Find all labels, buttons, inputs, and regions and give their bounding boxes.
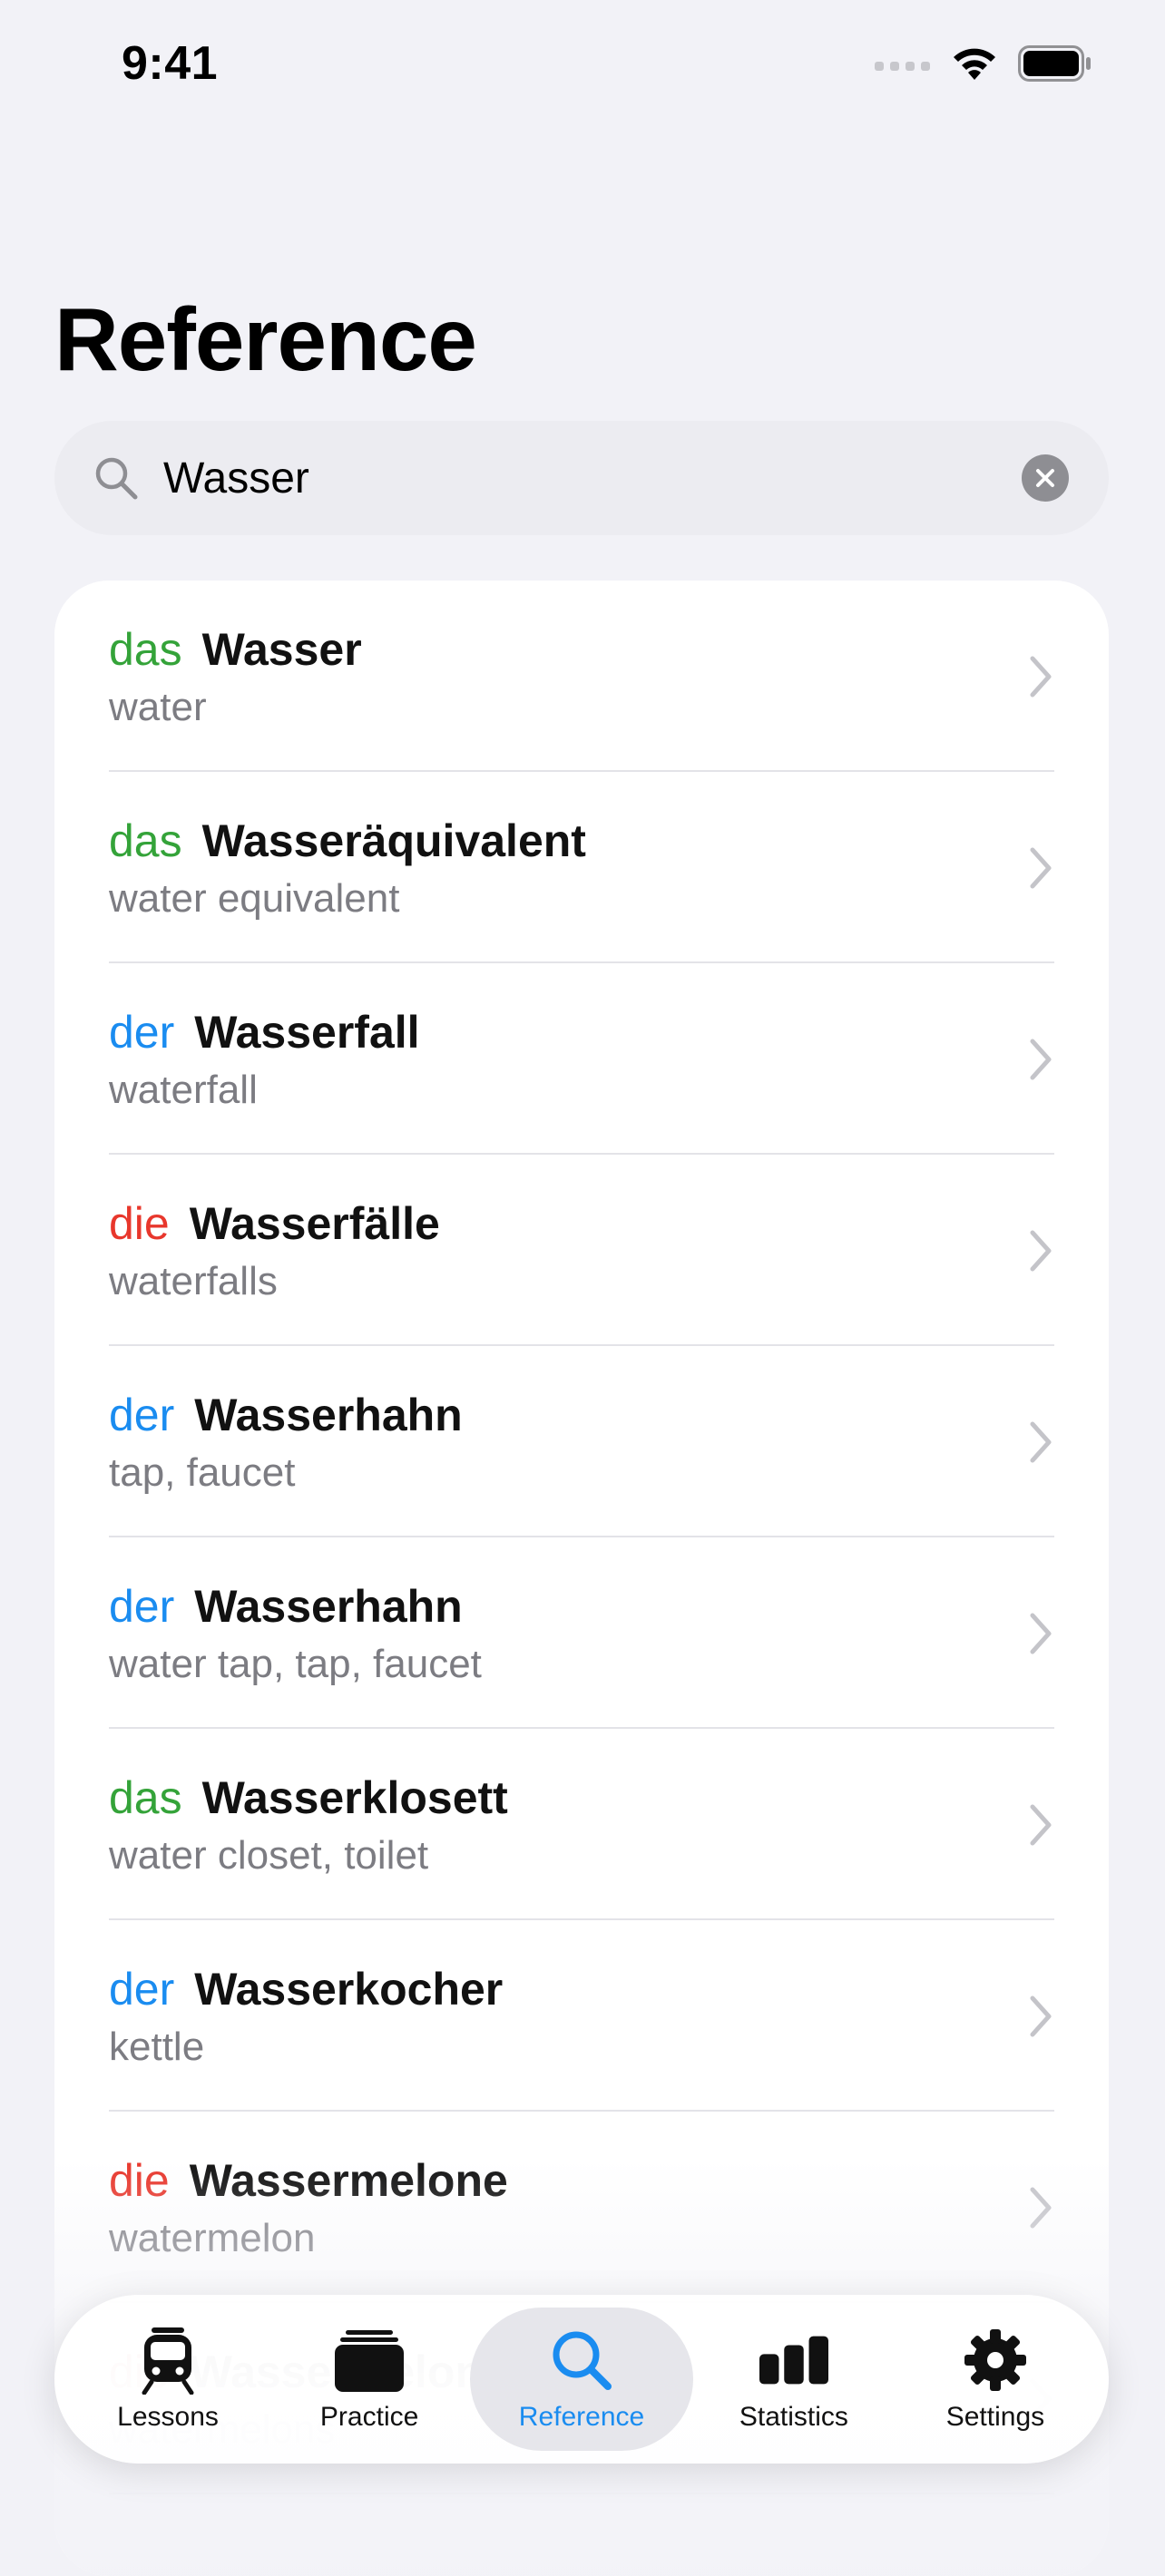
chevron-right-icon <box>1030 1039 1052 1080</box>
result-row[interactable]: der Wasserhahn tap, faucet <box>54 1346 1109 1537</box>
noun-label: Wasserhahn <box>194 1390 463 1440</box>
translation-label: water <box>109 685 207 729</box>
noun-label: Wasser <box>201 624 362 675</box>
translation-label: watermelon <box>109 2216 316 2260</box>
result-row[interactable]: die Wassermelone watermelon <box>54 2112 1109 2303</box>
tab-settings[interactable]: Settings <box>895 2308 1096 2451</box>
article-label: das <box>109 624 182 675</box>
result-title: die Wasserfälle <box>109 1196 1109 1251</box>
article-label: die <box>109 2155 170 2206</box>
result-row[interactable]: der Wasserfall waterfall <box>54 963 1109 1155</box>
row-divider <box>109 2493 1054 2494</box>
tab-label: Settings <box>945 2402 1045 2432</box>
status-icons <box>875 45 1092 86</box>
article-label: der <box>109 1390 175 1440</box>
tab-reference[interactable]: Reference <box>470 2308 693 2451</box>
clear-search-button[interactable] <box>1022 454 1069 502</box>
tab-label: Reference <box>518 2402 645 2432</box>
chevron-right-icon <box>1030 2187 1052 2229</box>
result-title: der Wasserhahn <box>109 1388 1109 1442</box>
noun-label: Wasserhahn <box>194 1581 463 1632</box>
article-label: der <box>109 1581 175 1632</box>
result-row[interactable]: der Wasserhahn water tap, tap, faucet <box>54 1537 1109 1729</box>
tab-statistics[interactable]: Statistics <box>693 2308 895 2451</box>
result-row[interactable]: das Wasseräquivalent water equivalent <box>54 772 1109 963</box>
article-label: die <box>109 1198 170 1249</box>
result-title: die Wassermelone <box>109 2153 1109 2208</box>
chevron-right-icon <box>1030 1421 1052 1463</box>
noun-label: Wasserfälle <box>189 1198 440 1249</box>
translation-label: water equivalent <box>109 876 400 921</box>
noun-label: Wasserklosett <box>201 1772 508 1823</box>
translation-label: waterfall <box>109 1068 258 1112</box>
result-title: das Wasser <box>109 622 1109 677</box>
search-icon <box>547 2326 616 2395</box>
noun-label: Wasserkocher <box>194 1964 504 2015</box>
result-title: das Wasseräquivalent <box>109 814 1109 868</box>
article-label: der <box>109 1007 175 1058</box>
page-title: Reference <box>54 289 477 389</box>
tab-label: Practice <box>319 2402 419 2432</box>
translation-label: kettle <box>109 2025 205 2069</box>
result-title: das Wasserklosett <box>109 1771 1109 1825</box>
card-stack-icon <box>335 2326 405 2395</box>
results-list: das Wasser water das Wasseräquivalent water e… <box>54 581 1109 2576</box>
chevron-right-icon <box>1030 1613 1052 1654</box>
article-label: das <box>109 1772 182 1823</box>
tab-practice[interactable]: Practice <box>269 2308 470 2451</box>
article-label: der <box>109 1964 175 2015</box>
result-row[interactable]: der Wasserkocher kettle <box>54 1920 1109 2112</box>
result-row[interactable]: das Wasser water <box>54 581 1109 772</box>
chevron-right-icon <box>1030 1230 1052 1272</box>
chevron-right-icon <box>1030 656 1052 698</box>
tab-bar: Lessons Practice Reference Statistics Se… <box>54 2295 1109 2464</box>
chevron-right-icon <box>1030 1804 1052 1846</box>
result-title: der Wasserkocher <box>109 1962 1109 2016</box>
battery-icon <box>1018 45 1092 86</box>
translation-label: waterfalls <box>109 1259 278 1303</box>
result-title: der Wasserfall <box>109 1005 1109 1059</box>
cellular-signal-icon <box>875 54 931 77</box>
noun-label: Wassermelone <box>189 2155 508 2206</box>
noun-label: Wasserfall <box>194 1007 420 1058</box>
tab-lessons[interactable]: Lessons <box>67 2308 269 2451</box>
gear-icon <box>961 2326 1030 2395</box>
chevron-right-icon <box>1030 1995 1052 2037</box>
result-row[interactable]: die Wasserfälle waterfalls <box>54 1155 1109 1346</box>
status-time: 9:41 <box>122 37 219 90</box>
search-input[interactable] <box>163 453 1022 503</box>
result-row[interactable]: das Wasserklosett water closet, toilet <box>54 1729 1109 1920</box>
search-icon <box>91 453 142 503</box>
status-bar: 9:41 <box>0 0 1165 127</box>
translation-label: water tap, tap, faucet <box>109 1642 482 1686</box>
result-title: der Wasserhahn <box>109 1579 1109 1634</box>
wifi-icon <box>951 45 998 86</box>
translation-label: tap, faucet <box>109 1450 296 1495</box>
close-icon <box>1036 469 1054 487</box>
translation-label: water closet, toilet <box>109 1833 429 1878</box>
tab-label: Statistics <box>739 2402 848 2432</box>
chevron-right-icon <box>1030 847 1052 889</box>
tram-icon <box>133 2326 202 2395</box>
bar-chart-icon <box>759 2326 828 2395</box>
noun-label: Wasseräquivalent <box>201 815 586 866</box>
tab-label: Lessons <box>117 2402 219 2432</box>
article-label: das <box>109 815 182 866</box>
search-field[interactable] <box>54 421 1109 535</box>
